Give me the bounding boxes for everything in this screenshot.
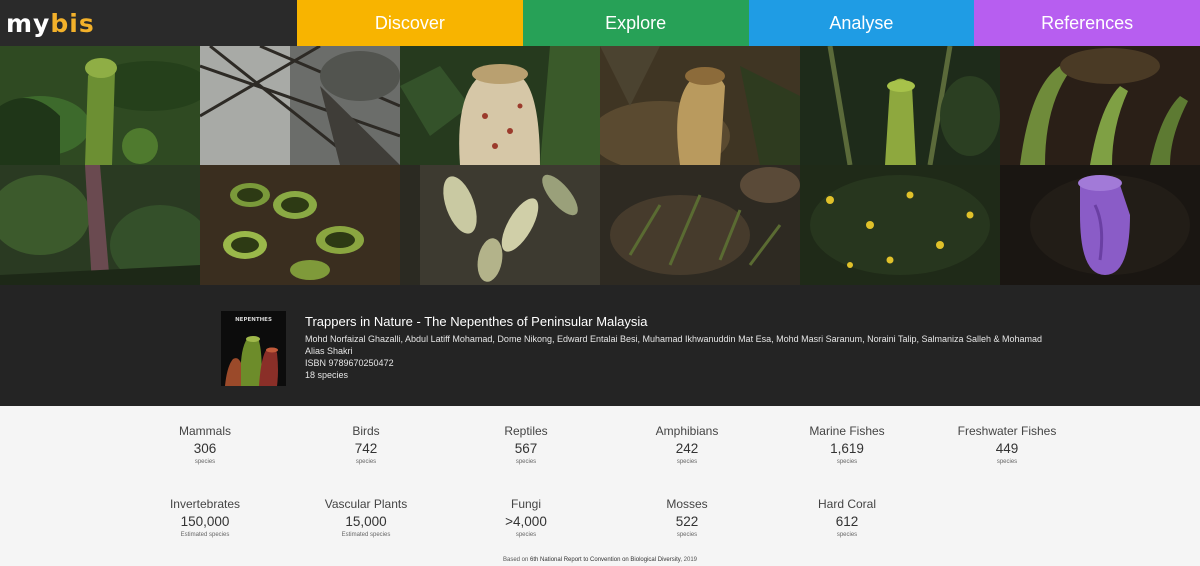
nav-discover[interactable]: Discover: [297, 0, 523, 46]
photo-mosaic: [0, 46, 1200, 285]
stat-value: 306: [193, 441, 217, 456]
stat-unit: species: [836, 532, 858, 538]
stat-hard-coral[interactable]: Hard Coral 612 species: [762, 497, 932, 538]
featured-isbn: ISBN 9789670250472: [305, 358, 394, 368]
photo-tile[interactable]: [400, 46, 600, 165]
featured-species-count: 18 species: [305, 370, 349, 380]
photo-tile[interactable]: [200, 165, 400, 285]
stat-mosses[interactable]: Mosses 522 species: [602, 497, 772, 538]
stat-value: >4,000: [505, 514, 547, 529]
stat-value: 242: [675, 441, 699, 456]
source-note: Based on 6th National Report to Conventi…: [0, 557, 1200, 563]
stat-unit: species: [515, 532, 537, 538]
stat-name: Mammals: [178, 424, 231, 438]
stat-name: Reptiles: [504, 424, 548, 438]
stat-name: Invertebrates: [169, 497, 241, 511]
photo-tile[interactable]: [200, 46, 400, 165]
photo-tile[interactable]: [800, 46, 1000, 165]
photo-tile[interactable]: [800, 165, 1000, 285]
stat-value: 742: [354, 441, 378, 456]
stat-unit: Estimated species: [341, 532, 391, 538]
photo-tile[interactable]: [0, 46, 200, 165]
photo-tile[interactable]: [400, 165, 600, 285]
photo-tile[interactable]: [600, 165, 800, 285]
stat-value: 612: [835, 514, 859, 529]
stat-amphibians[interactable]: Amphibians 242 species: [602, 424, 772, 465]
logo-text-bis: bis: [50, 8, 95, 38]
stat-unit: species: [676, 532, 698, 538]
stat-vascular-plants[interactable]: Vascular Plants 15,000 Estimated species: [281, 497, 451, 538]
cover-title-text: NEPENTHES: [235, 317, 272, 323]
stat-unit: species: [355, 459, 377, 465]
featured-publication: NEPENTHES Trappers in Nature - The Nepen…: [0, 285, 1200, 406]
stat-name: Mosses: [666, 497, 708, 511]
source-suffix: , 2019: [680, 557, 698, 563]
stat-value: 449: [995, 441, 1019, 456]
photo-tile[interactable]: [1000, 46, 1200, 165]
stat-fungi[interactable]: Fungi >4,000 species: [441, 497, 611, 538]
stat-value: 15,000: [345, 514, 387, 529]
photo-tile[interactable]: [600, 46, 800, 165]
stat-name: Birds: [352, 424, 380, 438]
stat-freshwater-fishes[interactable]: Freshwater Fishes 449 species: [922, 424, 1092, 465]
top-nav: my bis Discover Explore Analyse Reference…: [0, 0, 1200, 46]
featured-details: Trappers in Nature - The Nepenthes of Pe…: [305, 314, 1055, 381]
stat-value: 1,619: [830, 441, 864, 456]
stat-name: Marine Fishes: [809, 424, 885, 438]
photo-tile[interactable]: [1000, 165, 1200, 285]
nav-explore[interactable]: Explore: [522, 0, 749, 46]
nav-analyse[interactable]: Analyse: [748, 0, 975, 46]
stat-invertebrates[interactable]: Invertebrates 150,000 Estimated species: [120, 497, 290, 538]
stat-mammals[interactable]: Mammals 306 species: [120, 424, 290, 465]
stat-name: Amphibians: [655, 424, 719, 438]
stat-name: Freshwater Fishes: [957, 424, 1057, 438]
photo-tile[interactable]: [0, 165, 200, 285]
stat-marine-fishes[interactable]: Marine Fishes 1,619 species: [762, 424, 932, 465]
stat-birds[interactable]: Birds 742 species: [281, 424, 451, 465]
mybis-logo[interactable]: my bis: [0, 0, 297, 46]
nav-references[interactable]: References: [974, 0, 1200, 46]
stat-value: 150,000: [180, 514, 230, 529]
stat-unit: species: [676, 459, 698, 465]
stat-unit: Estimated species: [180, 532, 230, 538]
stat-unit: species: [515, 459, 537, 465]
stat-unit: species: [194, 459, 216, 465]
stat-unit: species: [836, 459, 858, 465]
source-prefix: Based on: [502, 557, 529, 563]
stat-value: 522: [675, 514, 699, 529]
biodiversity-stats: Mammals 306 species Birds 742 species Re…: [0, 406, 1200, 566]
featured-title[interactable]: Trappers in Nature - The Nepenthes of Pe…: [305, 314, 1055, 329]
source-report-link[interactable]: 6th National Report to Convention on Bio…: [530, 557, 680, 563]
logo-text-my: my: [6, 8, 51, 38]
book-cover-image[interactable]: NEPENTHES: [221, 311, 286, 386]
featured-authors: Mohd Norfaizal Ghazalli, Abdul Latiff Mo…: [305, 334, 1043, 356]
stat-name: Fungi: [510, 497, 542, 511]
stat-name: Vascular Plants: [324, 497, 408, 511]
stat-name: Hard Coral: [817, 497, 877, 511]
stat-reptiles[interactable]: Reptiles 567 species: [441, 424, 611, 465]
book-cover-art: NEPENTHES: [221, 311, 286, 386]
stat-value: 567: [514, 441, 538, 456]
stat-unit: species: [996, 459, 1018, 465]
